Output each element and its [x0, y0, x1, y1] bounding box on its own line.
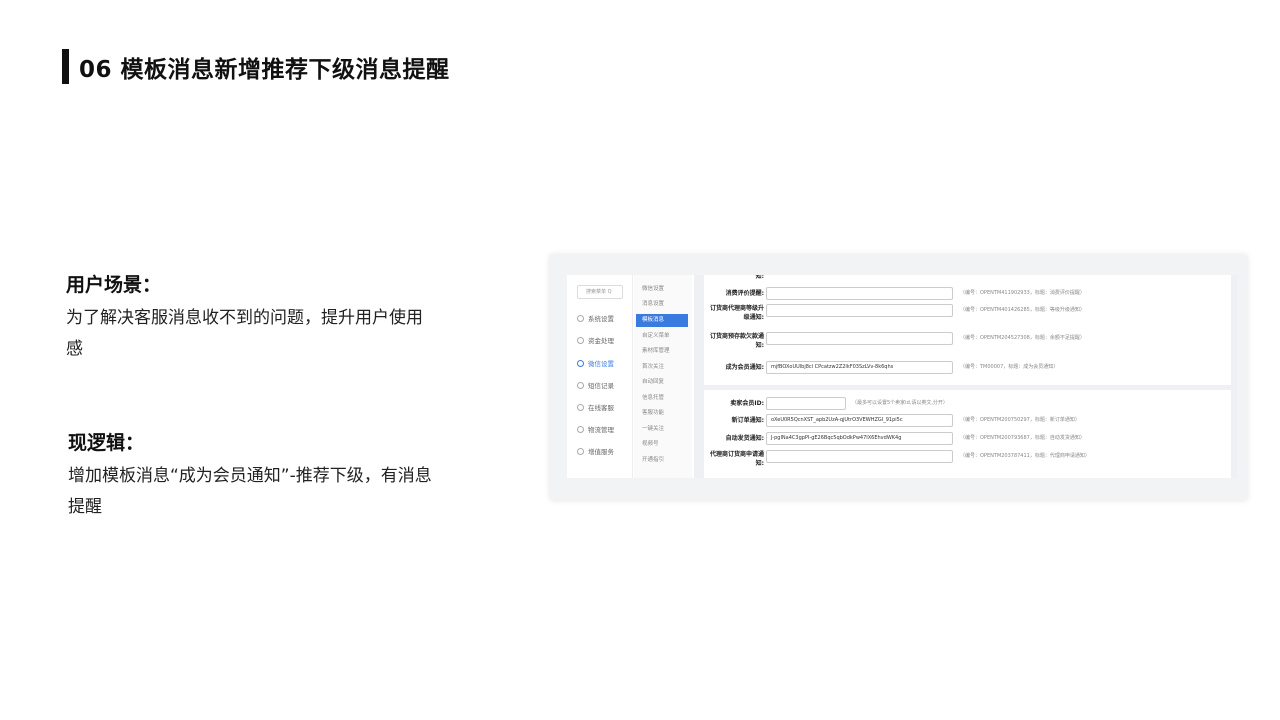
- current-logic-body-line2: 提醒: [68, 497, 102, 517]
- sidebar-item-funds[interactable]: 资金处理: [577, 335, 614, 345]
- submenu-item[interactable]: 首次关注: [636, 361, 688, 374]
- user-scene-heading: 用户场景：: [66, 274, 162, 296]
- current-logic-heading: 现逻辑：: [68, 432, 145, 454]
- sidebar-search-input[interactable]: 搜索菜单 Q: [577, 285, 623, 299]
- page-title: 06 模板消息新增推荐下级消息提醒: [79, 56, 450, 83]
- gear-icon: [577, 314, 584, 322]
- settings-screenshot: 搜索菜单 Q 系统设置 资金处理 微信设置 短信记录 在线客服 物流管理 增值服…: [550, 255, 1247, 500]
- row-hint: （编号：OPENTM200750297，标题：新订单通知）: [960, 417, 1080, 423]
- sidebar-item-label: 物流管理: [588, 426, 614, 434]
- row-label: 自动发货通知:: [725, 435, 764, 442]
- money-icon: [577, 336, 584, 344]
- template-id-input[interactable]: [766, 304, 953, 317]
- sidebar-item-wechat[interactable]: 微信设置: [577, 358, 614, 368]
- row-label: 新订单通知:: [731, 417, 764, 424]
- member-notice-template-input[interactable]: mjfBOXoUUlbj8cl CPcatzw2Z2lkF03SzLVv-8k6…: [766, 361, 953, 374]
- submenu-item[interactable]: 自定义菜单: [636, 330, 688, 343]
- sidebar-item-sms[interactable]: 短信记录: [577, 380, 614, 390]
- row-label: 订货商代理商等级升级通知:: [709, 305, 764, 321]
- row-hint: （编号：OPENTM200793687，标题：自动发货通知）: [960, 435, 1085, 441]
- title-accent-bar: [62, 49, 69, 84]
- submenu-item[interactable]: 微信设置: [636, 283, 688, 296]
- wechat-icon: [577, 359, 584, 367]
- sidebar-item-label: 资金处理: [588, 337, 614, 345]
- submenu: 微信设置 消息设置 模板消息 自定义菜单 素材库管理 首次关注 自动回复 信息托…: [634, 275, 692, 478]
- submenu-item[interactable]: 信息托管: [636, 392, 688, 405]
- row-label: 消费评价提醒:: [725, 290, 764, 297]
- sidebar-item-label: 增值服务: [588, 448, 614, 456]
- row-label: 成为会员通知:: [725, 364, 764, 371]
- user-scene-section: 用户场景： 为了解决客服消息收不到的问题，提升用户使用 感: [66, 270, 496, 365]
- headset-icon: [577, 403, 584, 411]
- template-id-input[interactable]: [766, 332, 953, 345]
- submenu-item-template-message[interactable]: 模板消息: [636, 314, 688, 327]
- row-hint: （编号：OPENTM203787411，标题：代理商申请通知）: [960, 453, 1090, 459]
- template-id-input[interactable]: [766, 287, 953, 300]
- row-hint: （编号：TM00007，标题：成为会员通知）: [960, 364, 1059, 370]
- user-scene-body-line2: 感: [66, 339, 83, 359]
- template-card-1: 知: 消费评价提醒: （编号：OPENTM411902933，标题：消费评价提醒…: [704, 275, 1231, 385]
- row-hint: （编号：OPENTM411902933，标题：消费评价提醒）: [960, 290, 1085, 296]
- truck-icon: [577, 425, 584, 433]
- seller-id-input[interactable]: [766, 397, 846, 410]
- sidebar-item-label: 微信设置: [588, 360, 614, 368]
- row-label: 卖家会员ID:: [730, 400, 764, 407]
- template-settings-content: 知: 消费评价提醒: （编号：OPENTM411902933，标题：消费评价提醒…: [694, 275, 1237, 478]
- template-id-input[interactable]: [766, 450, 953, 463]
- sidebar-item-system[interactable]: 系统设置: [577, 313, 614, 323]
- sidebar: 搜索菜单 Q 系统设置 资金处理 微信设置 短信记录 在线客服 物流管理 增值服…: [567, 275, 633, 478]
- slide-title: 06 模板消息新增推荐下级消息提醒: [62, 49, 450, 84]
- submenu-item[interactable]: 一键关注: [636, 423, 688, 436]
- row-label: 代理商订货商申请通知:: [709, 451, 764, 467]
- template-id-input[interactable]: J-pgINa4C3gpPI-gE26Bqc5qbOdkPw47IX6EhvdW…: [766, 432, 953, 445]
- message-icon: [577, 381, 584, 389]
- user-scene-body-line1: 为了解决客服消息收不到的问题，提升用户使用: [66, 308, 423, 328]
- submenu-item[interactable]: 自动回复: [636, 376, 688, 389]
- submenu-item[interactable]: 消息设置: [636, 298, 688, 311]
- sidebar-item-value-added[interactable]: 增值服务: [577, 446, 614, 456]
- template-card-2: 卖家会员ID: （最多可以设置5个卖家id,请以英文,分开） 新订单通知: oX…: [704, 390, 1231, 478]
- current-logic-body-line1: 增加模板消息“成为会员通知”-推荐下级，有消息: [68, 466, 432, 486]
- sidebar-item-label: 短信记录: [588, 382, 614, 390]
- current-logic-section: 现逻辑： 增加模板消息“成为会员通知”-推荐下级，有消息 提醒: [68, 428, 498, 523]
- sidebar-item-logistics[interactable]: 物流管理: [577, 424, 614, 434]
- submenu-item[interactable]: 客服功能: [636, 407, 688, 420]
- row-label: 订货商预存款欠款通知:: [709, 333, 764, 349]
- sidebar-item-label: 在线客服: [588, 404, 614, 412]
- screenshot-window: 搜索菜单 Q 系统设置 资金处理 微信设置 短信记录 在线客服 物流管理 增值服…: [567, 275, 1237, 478]
- service-icon: [577, 447, 584, 455]
- template-id-input[interactable]: oXeU0R5QcnXST_apb2UzA-qjUtrO3VEWHZGI_91p…: [766, 414, 953, 427]
- row-hint: （编号：OPENTM401426285，标题：等级升级通知）: [960, 307, 1085, 313]
- row-label: 知:: [755, 275, 764, 280]
- submenu-item[interactable]: 素材库管理: [636, 345, 688, 358]
- sidebar-item-label: 系统设置: [588, 315, 614, 323]
- sidebar-item-online-service[interactable]: 在线客服: [577, 402, 614, 412]
- submenu-item[interactable]: 视频号: [636, 438, 688, 451]
- row-hint: （最多可以设置5个卖家id,请以英文,分开）: [852, 400, 948, 406]
- submenu-item[interactable]: 开通指引: [636, 454, 688, 467]
- row-hint: （编号：OPENTM204527308，标题：余额不足提醒）: [960, 335, 1085, 341]
